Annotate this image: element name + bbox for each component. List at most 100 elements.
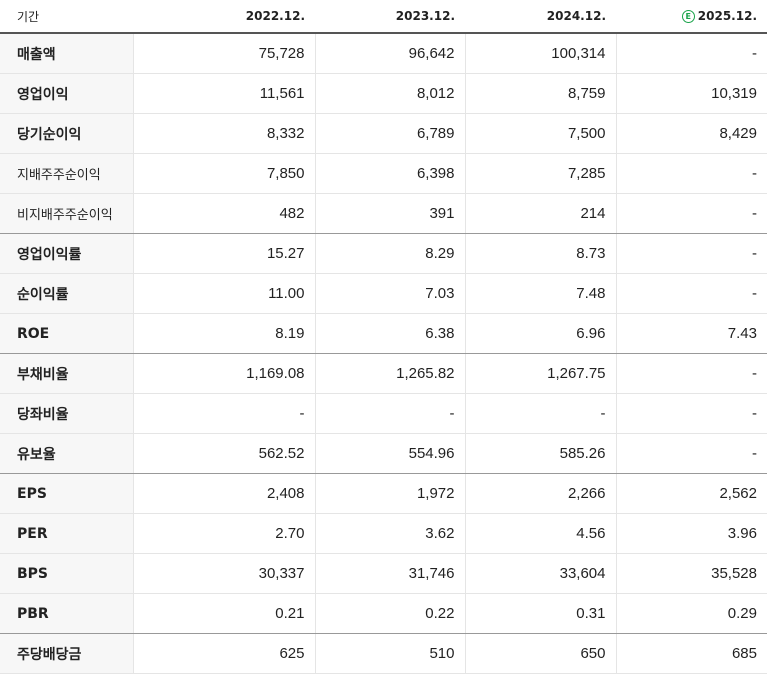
period-header: 2023.12. <box>315 0 465 34</box>
table-cell: 33,604 <box>465 553 617 594</box>
table-row: BPS 30,337 31,746 33,604 35,528 <box>0 553 767 594</box>
table-cell: 7.48 <box>465 273 617 314</box>
table-row: 영업이익 11,561 8,012 8,759 10,319 <box>0 73 767 114</box>
table-cell: 4.56 <box>465 513 617 554</box>
table-cell: 30,337 <box>133 553 316 594</box>
table-cell: - <box>133 393 316 434</box>
table-cell: - <box>616 433 767 474</box>
row-label: 영업이익률 <box>0 233 134 274</box>
table-row: 비지배주주순이익 482 391 214- <box>0 193 767 234</box>
period-header: 2025.12. <box>697 9 757 23</box>
table-cell: 2,562 <box>616 473 767 514</box>
table-cell: 3.96 <box>616 513 767 554</box>
table-cell: - <box>616 153 767 194</box>
table-cell: 8.29 <box>315 233 466 274</box>
table-cell: 585.26 <box>465 433 617 474</box>
financial-summary-table: 기간 2022.12. 2023.12. 2024.12. E 2025.12. … <box>0 0 767 674</box>
row-label: 유보율 <box>0 433 134 474</box>
table-cell: 10,319 <box>616 73 767 114</box>
table-row: 지배주주순이익 7,850 6,398 7,285- <box>0 153 767 194</box>
table-cell: 685 <box>616 633 767 674</box>
table-row: 순이익률 11.00 7.03 7.48- <box>0 273 767 314</box>
table-cell: 510 <box>315 633 466 674</box>
table-cell: 1,972 <box>315 473 466 514</box>
row-label: 당기순이익 <box>0 113 134 154</box>
table-cell: 100,314 <box>465 33 617 74</box>
table-cell: 554.96 <box>315 433 466 474</box>
row-label: 주당배당금 <box>0 633 134 674</box>
table-cell: 7.03 <box>315 273 466 314</box>
row-label: 순이익률 <box>0 273 134 314</box>
table-cell: 7,285 <box>465 153 617 194</box>
table-cell: 482 <box>133 193 316 234</box>
table-cell: - <box>315 393 466 434</box>
table-cell: 391 <box>315 193 466 234</box>
table-cell: - <box>616 393 767 434</box>
table-cell: 6,398 <box>315 153 466 194</box>
table-cell: 6.96 <box>465 313 617 354</box>
table-row: 당좌비율 - - - - <box>0 393 767 434</box>
table-row: 당기순이익 8,332 6,789 7,500 8,429 <box>0 113 767 154</box>
row-label: 매출액 <box>0 33 134 74</box>
table-cell: 1,265.82 <box>315 353 466 394</box>
table-cell: - <box>616 273 767 314</box>
table-row: 주당배당금 625 510 650 685 <box>0 633 767 674</box>
table-cell: 1,169.08 <box>133 353 316 394</box>
table-row: PER 2.70 3.62 4.56 3.96 <box>0 513 767 554</box>
estimate-icon: E <box>681 10 695 23</box>
table-cell: 2,408 <box>133 473 316 514</box>
row-label: 영업이익 <box>0 73 134 114</box>
table-cell: 7,500 <box>465 113 617 154</box>
table-cell: 11,561 <box>133 73 316 114</box>
table-cell: 35,528 <box>616 553 767 594</box>
table-cell: 8,332 <box>133 113 316 154</box>
row-label: PER <box>0 513 134 554</box>
table-cell: 8,429 <box>616 113 767 154</box>
period-header: 2024.12. <box>465 0 616 34</box>
row-label: 부채비율 <box>0 353 134 394</box>
table-cell: 96,642 <box>315 33 466 74</box>
table-cell: 214 <box>465 193 617 234</box>
table-cell: 0.29 <box>616 593 767 634</box>
table-cell: 8.73 <box>465 233 617 274</box>
table-row: 부채비율 1,169.08 1,265.82 1,267.75- <box>0 353 767 394</box>
row-label: 지배주주순이익 <box>0 153 134 194</box>
row-label: BPS <box>0 553 134 594</box>
table-row: 영업이익률 15.27 8.29 8.73- <box>0 233 767 274</box>
table-cell: 6.38 <box>315 313 466 354</box>
table-cell: - <box>465 393 617 434</box>
table-cell: 7.43 <box>616 313 767 354</box>
table-cell: 8,759 <box>465 73 617 114</box>
header-row: 기간 2022.12. 2023.12. 2024.12. E 2025.12. <box>0 0 767 34</box>
period-header-label: 기간 <box>0 0 133 34</box>
table-cell: 1,267.75 <box>465 353 617 394</box>
table-cell: 0.31 <box>465 593 617 634</box>
period-header-estimate: E 2025.12. <box>616 0 767 34</box>
table-row: ROE 8.19 6.38 6.96 7.43 <box>0 313 767 354</box>
table-cell: 6,789 <box>315 113 466 154</box>
table-cell: - <box>616 353 767 394</box>
table-cell: - <box>616 193 767 234</box>
table-cell: - <box>616 33 767 74</box>
table-row: PBR 0.21 0.22 0.31 0.29 <box>0 593 767 634</box>
table-cell: - <box>616 233 767 274</box>
row-label: PBR <box>0 593 134 634</box>
row-label: 당좌비율 <box>0 393 134 434</box>
table-cell: 3.62 <box>315 513 466 554</box>
table-row: EPS 2,408 1,972 2,266 2,562 <box>0 473 767 514</box>
table-cell: 625 <box>133 633 316 674</box>
table-row: 매출액 75,728 96,642 100,314- <box>0 33 767 74</box>
table-cell: 2,266 <box>465 473 617 514</box>
table-cell: 8,012 <box>315 73 466 114</box>
table-cell: 75,728 <box>133 33 316 74</box>
row-label: 비지배주주순이익 <box>0 193 134 234</box>
table-cell: 650 <box>465 633 617 674</box>
table-cell: 11.00 <box>133 273 316 314</box>
period-header: 2022.12. <box>133 0 315 34</box>
row-label: EPS <box>0 473 134 514</box>
table-cell: 15.27 <box>133 233 316 274</box>
table-row: 유보율 562.52 554.96 585.26- <box>0 433 767 474</box>
table-cell: 7,850 <box>133 153 316 194</box>
table-cell: 31,746 <box>315 553 466 594</box>
table-cell: 2.70 <box>133 513 316 554</box>
